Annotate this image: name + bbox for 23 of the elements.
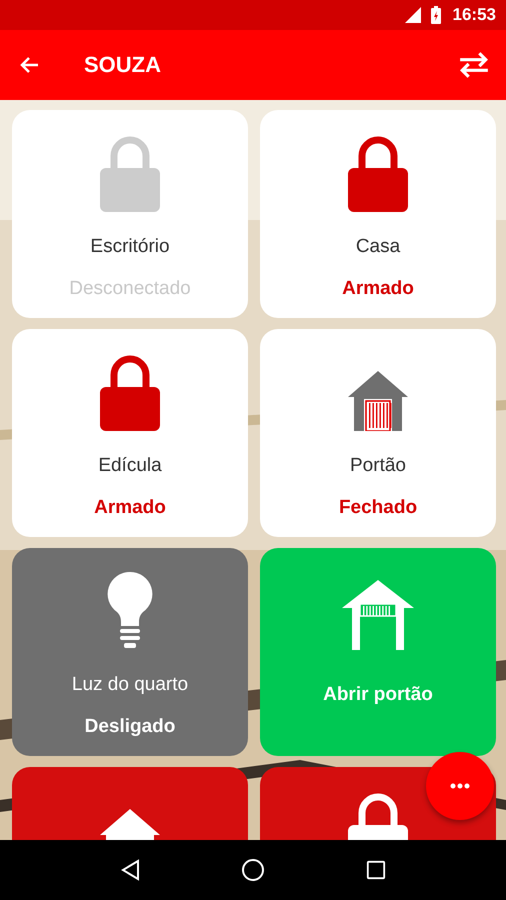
swap-icon: [458, 52, 490, 78]
device-name: Escritório: [90, 236, 170, 258]
home-nav-icon[interactable]: [240, 858, 265, 882]
device-status: Armado: [94, 497, 166, 519]
device-status: Desligado: [84, 716, 176, 738]
recents-nav-icon[interactable]: [366, 860, 386, 880]
device-name: Luz do quarto: [72, 674, 188, 696]
more-icon: [450, 783, 470, 789]
screen-title: SOUZA: [84, 52, 162, 78]
device-card[interactable]: Casa Armado: [260, 110, 496, 318]
clock-time: 16:53: [452, 5, 496, 25]
device-name: Portão: [350, 455, 406, 477]
back-nav-icon[interactable]: [120, 859, 140, 881]
device-name: Abrir portão: [323, 684, 433, 706]
device-name: Edícula: [98, 455, 162, 477]
device-card[interactable]: Edícula Armado: [12, 329, 248, 537]
signal-icon: [402, 7, 423, 23]
device-card[interactable]: Portão Fechado: [260, 329, 496, 537]
device-status: Fechado: [338, 497, 418, 519]
device-status: Armado: [342, 278, 414, 300]
battery-icon: [430, 6, 441, 24]
device-card[interactable]: Luz do quarto Desligado: [12, 548, 248, 756]
device-name: Casa: [356, 236, 400, 258]
